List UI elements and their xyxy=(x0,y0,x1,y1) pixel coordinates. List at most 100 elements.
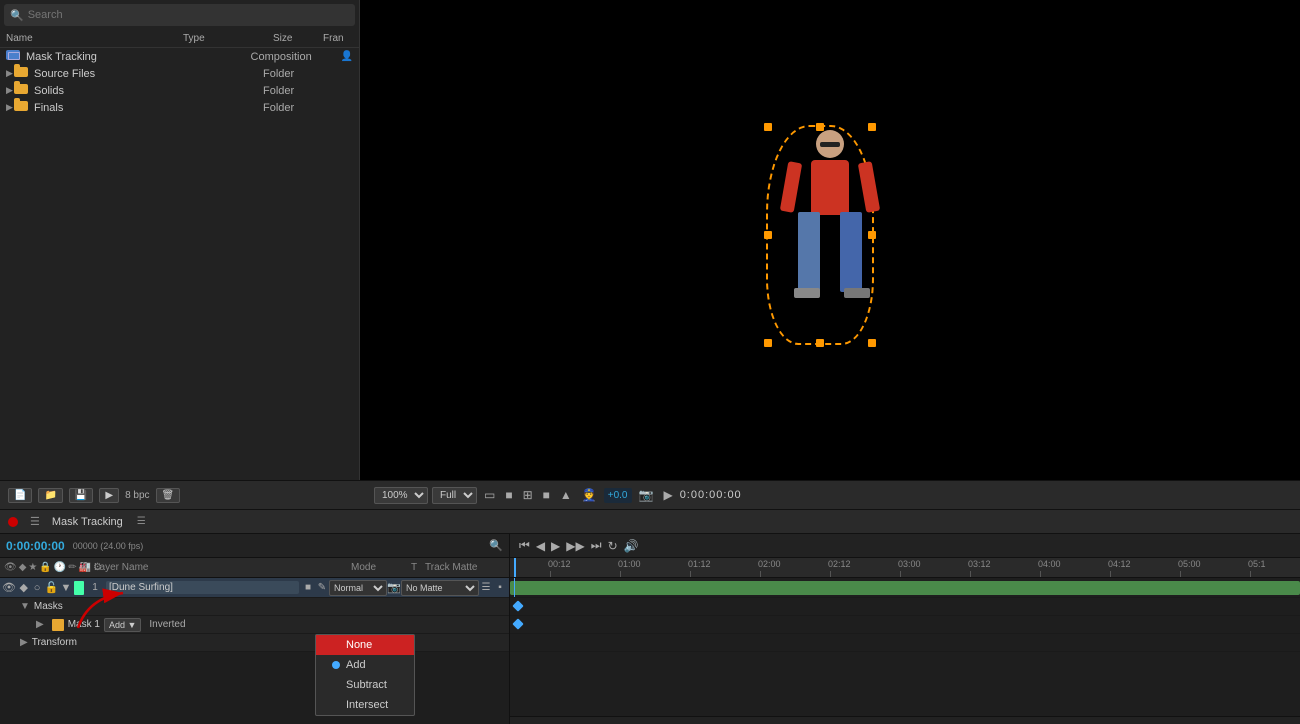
layer-num: 1 xyxy=(86,582,104,593)
tl-col-headers: 👁 ◆ ★ 🔒 🕐 ✏ 🏭 ⚙ # Layer Name Mode T Trac… xyxy=(0,558,509,578)
timecode-display: 0:00:00:00 xyxy=(680,489,742,501)
dropdown-item-add[interactable]: Add xyxy=(316,655,414,675)
tl-col-icons-header: 👁 ◆ ★ 🔒 🕐 ✏ 🏭 ⚙ xyxy=(4,562,74,573)
tl-t-col: 📷 xyxy=(387,581,401,594)
lock-toggle[interactable]: 🔓 xyxy=(45,581,59,594)
expand-finals[interactable]: ▶ xyxy=(6,102,14,113)
tl-masks-row[interactable]: ▼ Masks xyxy=(0,598,509,616)
grid-btn[interactable]: ⊞ xyxy=(520,487,536,503)
ruler-tick-0412: 04:12 xyxy=(1108,559,1131,569)
timecode-blue[interactable]: 0:00:00:00 xyxy=(6,539,65,553)
tl-step-fwd[interactable]: ▶▶ xyxy=(563,538,587,554)
save-btn[interactable]: 💾 xyxy=(69,488,93,503)
toolbar-left: 📄 📁 💾 ▶ 8 bpc 🗑 xyxy=(8,488,368,503)
torso xyxy=(811,160,849,215)
layer-mode-select[interactable]: Normal xyxy=(329,580,387,596)
layer-name[interactable]: [Dune Surfing] xyxy=(106,581,299,594)
mask1-expand-arrow[interactable]: ▶ xyxy=(36,619,44,630)
tl-layer-icons: 👁 ◆ ○ 🔓 ▼ xyxy=(2,581,72,594)
folder-icon-solids xyxy=(14,84,30,97)
timeline-body: 👁 ◆ ★ 🔒 🕐 ✏ 🏭 ⚙ # Layer Name Mode T Trac… xyxy=(0,558,1300,724)
mask-inverted-label: Inverted xyxy=(149,619,185,630)
channel-btn[interactable]: ■ xyxy=(540,487,553,503)
search-input[interactable] xyxy=(28,9,349,21)
tl-goto-start[interactable]: ⏮ xyxy=(516,537,533,554)
leg-right xyxy=(840,212,862,292)
timeline-left-panel: 👁 ◆ ★ 🔒 🕐 ✏ 🏭 ⚙ # Layer Name Mode T Trac… xyxy=(0,558,510,724)
handle-bl[interactable] xyxy=(764,339,772,347)
tl-audio-toggle[interactable]: 🔊 xyxy=(621,538,642,554)
dropdown-item-none[interactable]: None xyxy=(316,635,414,655)
tl-transform-row[interactable]: ▶ Transform xyxy=(0,634,509,652)
layer-type-icon: ■ xyxy=(301,582,315,593)
ruler-tick-0312: 03:12 xyxy=(968,559,991,569)
timeline-comp-name: Mask Tracking xyxy=(52,516,123,528)
tl-layer-row-1[interactable]: 👁 ◆ ○ 🔓 ▼ 1 [Dune Surfing] ■ ✎ Normal 📷 … xyxy=(0,578,509,598)
project-item-mask-tracking[interactable]: Mask Tracking Composition 👤 xyxy=(0,48,359,65)
layer-blend2-icon: ▪ xyxy=(493,582,507,593)
new-item-btn[interactable]: 📄 xyxy=(8,488,32,503)
search-icon: 🔍 xyxy=(10,9,24,22)
timeline-menu-icon[interactable]: ☰ xyxy=(137,516,146,527)
ruler-tick-0112: 01:12 xyxy=(688,559,711,569)
visibility-toggle[interactable]: 👁 xyxy=(2,581,16,594)
layer-edit-icon[interactable]: ✎ xyxy=(315,582,329,593)
keyframe-masks[interactable] xyxy=(512,600,523,611)
quality-select[interactable]: Full xyxy=(432,487,477,504)
play-btn[interactable]: ▶ xyxy=(660,487,675,503)
tl-ruler[interactable]: 00:12 01:00 01:12 02:00 02:12 03:00 03:1… xyxy=(510,558,1300,578)
snapshot-btn[interactable]: 📷 xyxy=(636,487,657,503)
tl-play[interactable]: ▶ xyxy=(548,538,563,554)
tl-track-row-1[interactable] xyxy=(510,578,1300,598)
dropdown-item-intersect[interactable]: Intersect xyxy=(316,695,414,715)
radio-dot-add xyxy=(332,661,340,669)
timeline-close[interactable] xyxy=(8,517,18,527)
item-name-source-files: Source Files xyxy=(34,68,263,80)
transform-expand-arrow[interactable]: ▶ xyxy=(20,637,28,648)
open-folder-btn[interactable]: 📁 xyxy=(38,488,62,503)
playhead[interactable] xyxy=(514,558,516,577)
tl-loop[interactable]: ↻ xyxy=(605,538,621,554)
expand-solids[interactable]: ▶ xyxy=(6,85,14,96)
render-btn[interactable]: ▶ xyxy=(99,488,119,503)
toolbar-strip: 📄 📁 💾 ▶ 8 bpc 🗑 100% Full ▭ ■ ⊞ ■ ▲ 👮 +0… xyxy=(0,480,1300,510)
solo-toggle[interactable]: ○ xyxy=(31,582,42,594)
tl-scrollbar[interactable] xyxy=(510,716,1300,724)
ruler-tick-0100: 01:00 xyxy=(618,559,641,569)
tl-track-bar-green xyxy=(510,581,1300,595)
expand-source-files[interactable]: ▶ xyxy=(6,68,14,79)
handle-tl[interactable] xyxy=(764,123,772,131)
masks-expand-arrow[interactable]: ▼ xyxy=(20,601,30,612)
timeline-right-ctrl: ⏮ ◀ ▶ ▶▶ ⏭ ↻ 🔊 xyxy=(510,534,1300,557)
expand-toggle[interactable]: ▼ xyxy=(61,582,72,594)
project-item-source-files[interactable]: ▶ Source Files Folder xyxy=(0,65,359,82)
handle-ml[interactable] xyxy=(764,231,772,239)
keyframe-mask1[interactable] xyxy=(512,618,523,629)
tl-step-back[interactable]: ◀ xyxy=(533,538,548,554)
matte-select[interactable]: No Matte xyxy=(401,580,479,596)
color-picker-btn[interactable]: 👮 xyxy=(579,487,600,503)
search-bar[interactable]: 🔍 xyxy=(4,4,355,26)
tl-mask1-row[interactable]: ▶ Mask 1 Add ▼ Inverted xyxy=(0,616,509,634)
tl-tracks xyxy=(510,578,1300,716)
ruler-tick-0512: 05:1 xyxy=(1248,559,1266,569)
project-item-solids[interactable]: ▶ Solids Folder xyxy=(0,82,359,99)
arm-left xyxy=(780,161,802,213)
dropdown-item-subtract[interactable]: Subtract xyxy=(316,675,414,695)
ruler-tick-0400: 04:00 xyxy=(1038,559,1061,569)
audio-toggle[interactable]: ◆ xyxy=(18,581,29,594)
leg-left xyxy=(798,212,820,292)
col-icon-1: 👁 xyxy=(4,562,17,573)
tl-goto-end[interactable]: ⏭ xyxy=(588,537,605,554)
delete-btn[interactable]: 🗑 xyxy=(156,488,181,503)
mask-blend-btn[interactable]: Add ▼ xyxy=(104,618,141,632)
mask-btn[interactable]: ▲ xyxy=(557,487,575,503)
item-name-finals: Finals xyxy=(34,102,263,114)
region-btn[interactable]: ▭ xyxy=(481,487,498,503)
tl-col-t-header: T xyxy=(411,562,425,573)
safe-zone-btn[interactable]: ■ xyxy=(502,487,515,503)
col-fran-header: Fran xyxy=(323,33,353,44)
zoom-select[interactable]: 100% xyxy=(374,487,428,504)
search-timeline-icon[interactable]: 🔍 xyxy=(489,539,503,552)
project-item-finals[interactable]: ▶ Finals Folder xyxy=(0,99,359,116)
